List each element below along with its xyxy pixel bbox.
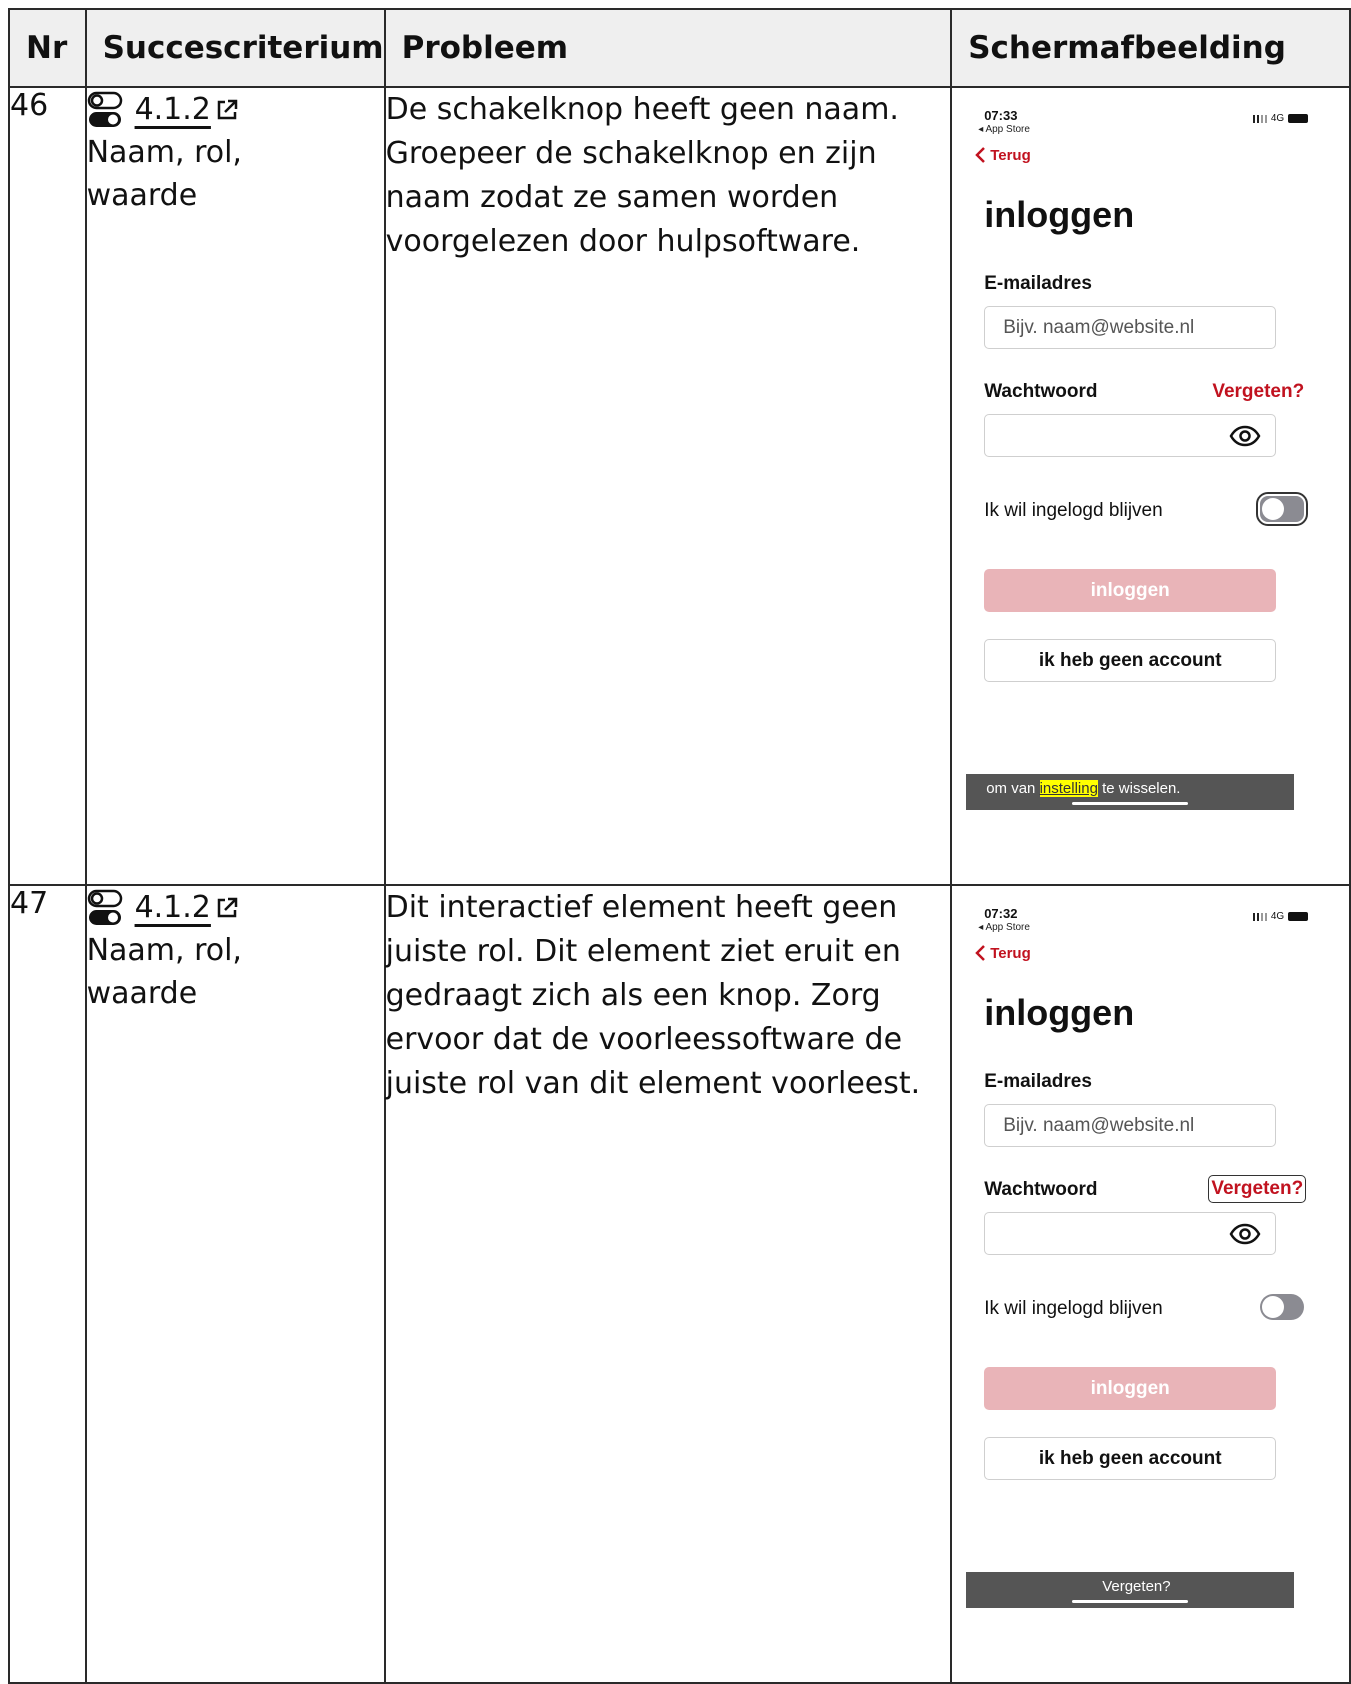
- findings-table: Nr Succescriterium Probleem Schermafbeel…: [8, 8, 1351, 1684]
- signal-icon: [1252, 114, 1267, 123]
- row-number: 46: [8, 86, 87, 886]
- table-row: 46 4.1.2 Naam, rol, waarde De schakelkno…: [8, 86, 1351, 886]
- email-placeholder: Bijv. naam@website.nl: [1003, 1115, 1195, 1136]
- forgot-link[interactable]: Vergeten?: [1212, 381, 1304, 403]
- back-button[interactable]: Terug: [974, 944, 1031, 962]
- home-indicator: [1072, 802, 1189, 805]
- stay-logged-in-label: Ik wil ingelogd blijven: [984, 500, 1163, 521]
- criterion-code: 4.1.2: [134, 92, 211, 127]
- password-field[interactable]: [984, 1212, 1277, 1255]
- status-time: 07:32: [984, 906, 1018, 921]
- toggle-switch-icon: [87, 889, 122, 925]
- table-row: 47 4.1.2 Naam, rol, waarde Dit interacti…: [8, 884, 1351, 1684]
- email-label: E-mailadres: [984, 273, 1092, 294]
- external-link-icon: [217, 99, 238, 119]
- status-indicators: 4G: [1252, 113, 1309, 124]
- header-schermafbeelding: Schermafbeelding: [950, 8, 1351, 88]
- screen-title: inloggen: [984, 992, 1135, 1033]
- network-type: 4G: [1270, 113, 1285, 124]
- caption-before: om van: [986, 780, 1040, 797]
- login-button[interactable]: inloggen: [984, 1367, 1277, 1410]
- password-field[interactable]: [984, 414, 1277, 457]
- forgot-link[interactable]: Vergeten?: [1208, 1175, 1307, 1203]
- voiceover-caption: Vergeten?: [966, 1572, 1295, 1608]
- screen-title: inloggen: [984, 194, 1135, 235]
- criterion-name: Naam, rol, waarde: [86, 135, 242, 213]
- status-time: 07:33: [984, 108, 1018, 123]
- signal-icon: [1252, 912, 1267, 921]
- email-placeholder: Bijv. naam@website.nl: [1003, 317, 1195, 338]
- toggle-switch-icon: [87, 91, 122, 127]
- back-label: Terug: [990, 944, 1031, 962]
- email-label: E-mailadres: [984, 1071, 1092, 1092]
- voiceover-caption: om van instelling te wisselen.: [966, 774, 1295, 810]
- problem-text: De schakelknop heeft geen naam. Groepeer…: [383, 86, 953, 886]
- no-account-button[interactable]: ik heb geen account: [984, 639, 1277, 682]
- stay-logged-in-toggle[interactable]: [1260, 1294, 1305, 1320]
- screenshot-cell: 07:32 ◂ App Store 4G Terug inloggen E-ma…: [950, 884, 1351, 1684]
- email-field[interactable]: Bijv. naam@website.nl: [984, 1104, 1277, 1147]
- chevron-left-icon: [975, 945, 986, 961]
- chevron-left-icon: [975, 147, 986, 163]
- battery-icon: [1288, 114, 1309, 123]
- password-label: Wachtwoord: [984, 381, 1098, 402]
- eye-icon[interactable]: [1229, 1223, 1261, 1245]
- header-probleem: Probleem: [383, 8, 953, 88]
- header-succescriterium: Succescriterium: [84, 8, 386, 88]
- phone-screenshot: 07:32 ◂ App Store 4G Terug inloggen E-ma…: [952, 886, 1335, 1682]
- home-indicator: [1072, 1600, 1189, 1603]
- caption-highlight: instelling: [1039, 780, 1098, 797]
- stay-logged-in-label: Ik wil ingelogd blijven: [984, 1298, 1163, 1319]
- battery-icon: [1288, 912, 1309, 921]
- criterion-link[interactable]: 4.1.2: [135, 88, 239, 131]
- eye-icon[interactable]: [1229, 425, 1261, 447]
- row-number: 47: [8, 884, 87, 1684]
- back-button[interactable]: Terug: [974, 146, 1031, 164]
- external-link-icon: [217, 897, 238, 917]
- caption-text: Vergeten?: [1102, 1578, 1171, 1595]
- password-label: Wachtwoord: [984, 1179, 1098, 1200]
- email-field[interactable]: Bijv. naam@website.nl: [984, 306, 1277, 349]
- status-app-store: ◂ App Store: [978, 922, 1030, 933]
- back-label: Terug: [990, 146, 1031, 164]
- criterion-cell: 4.1.2 Naam, rol, waarde: [84, 86, 386, 886]
- criterion-cell: 4.1.2 Naam, rol, waarde: [84, 884, 386, 1684]
- criterion-link[interactable]: 4.1.2: [135, 886, 239, 929]
- phone-screenshot: 07:33 ◂ App Store 4G Terug inloggen E-ma…: [952, 88, 1335, 884]
- status-app-store: ◂ App Store: [978, 124, 1030, 135]
- status-indicators: 4G: [1252, 911, 1309, 922]
- login-button[interactable]: inloggen: [984, 569, 1277, 612]
- no-account-button[interactable]: ik heb geen account: [984, 1437, 1277, 1480]
- header-row: Nr Succescriterium Probleem Schermafbeel…: [8, 8, 1351, 88]
- header-nr: Nr: [8, 8, 87, 88]
- network-type: 4G: [1270, 911, 1285, 922]
- criterion-name: Naam, rol, waarde: [86, 933, 242, 1011]
- stay-logged-in-toggle[interactable]: [1256, 492, 1309, 526]
- criterion-code: 4.1.2: [134, 890, 211, 925]
- screenshot-cell: 07:33 ◂ App Store 4G Terug inloggen E-ma…: [950, 86, 1351, 886]
- problem-text: Dit interactief element heeft geen juist…: [383, 884, 953, 1684]
- caption-after: te wisselen.: [1097, 780, 1181, 797]
